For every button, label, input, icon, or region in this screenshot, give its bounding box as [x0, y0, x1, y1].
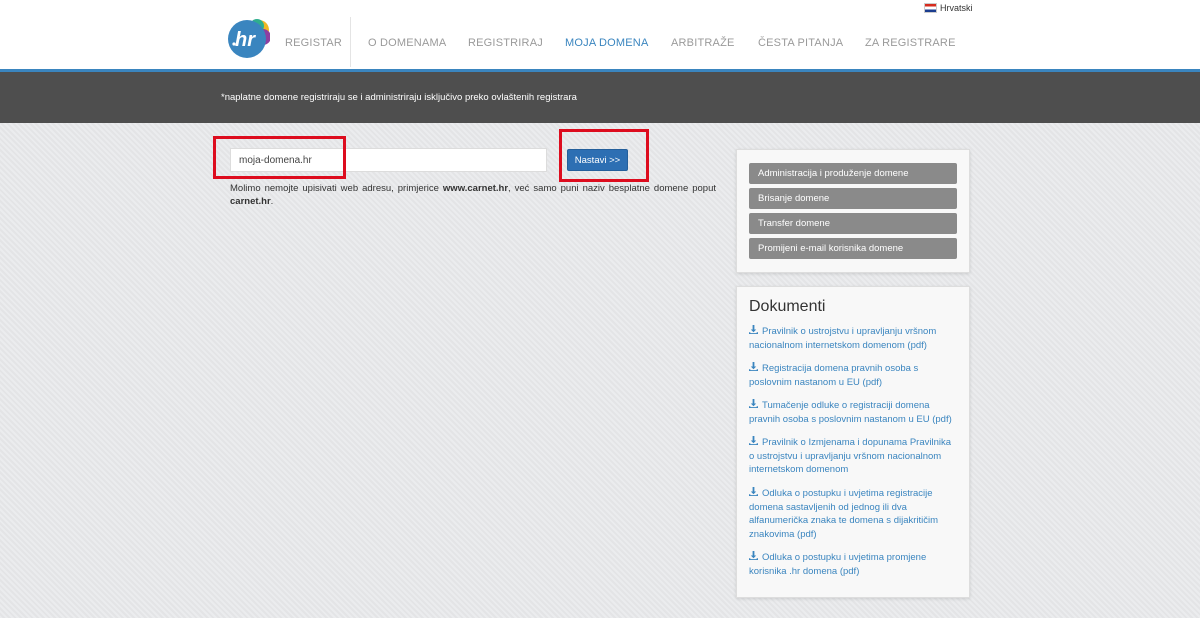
site-header — [0, 0, 1200, 69]
document-link-text: Odluka o postupku i uvjetima promjene ko… — [749, 552, 927, 577]
admin-renew-button[interactable]: Administracija i produženje domene — [749, 163, 957, 184]
document-link[interactable]: Tumačenje odluke o registraciji domena p… — [749, 399, 954, 426]
banner-text: *naplatne domene registriraju se i admin… — [221, 92, 577, 103]
download-icon — [749, 551, 762, 565]
input-hint: Molimo nemojte upisivati web adresu, pri… — [230, 182, 716, 208]
document-link[interactable]: Pravilnik o Izmjenama i dopunama Praviln… — [749, 436, 954, 477]
document-link[interactable]: Registracija domena pravnih osoba s posl… — [749, 362, 954, 389]
nav-moja-domena[interactable]: MOJA DOMENA — [565, 37, 649, 49]
document-link-text: Tumačenje odluke o registraciji domena p… — [749, 400, 952, 425]
dot-hr-logo[interactable]: hr — [228, 17, 270, 59]
hint-example-url: www.carnet.hr — [442, 183, 509, 194]
admin-change-email-button[interactable]: Promijeni e-mail korisnika domene — [749, 238, 957, 259]
hint-example-domain: carnet.hr — [230, 196, 271, 207]
download-icon — [749, 436, 762, 450]
hint-text-middle: , već samo puni naziv besplatne domene p… — [508, 183, 717, 194]
download-icon — [749, 362, 762, 376]
hint-text-end: . — [270, 196, 274, 207]
highlight-domain-input — [213, 136, 346, 179]
highlight-nastavi-button — [559, 129, 649, 182]
nav-cesta-pitanja[interactable]: ČESTA PITANJA — [758, 37, 843, 49]
nav-o-domenama[interactable]: O DOMENAMA — [368, 37, 446, 49]
nav-za-registrare[interactable]: ZA REGISTRARE — [865, 37, 956, 49]
download-icon — [749, 325, 762, 339]
admin-transfer-button[interactable]: Transfer domene — [749, 213, 957, 234]
download-icon — [749, 399, 762, 413]
info-banner — [0, 72, 1200, 123]
documents-title: Dokumenti — [749, 298, 826, 315]
document-link[interactable]: Odluka o postupku i uvjetima promjene ko… — [749, 551, 954, 578]
hint-text-before: Molimo nemojte upisivati web adresu, pri… — [230, 183, 443, 194]
document-link[interactable]: Odluka o postupku i uvjetima registracij… — [749, 487, 954, 541]
nav-arbitraze[interactable]: ARBITRAŽE — [671, 37, 735, 49]
document-link-text: Odluka o postupku i uvjetima registracij… — [749, 488, 939, 540]
nav-separator — [350, 17, 351, 67]
download-icon — [749, 487, 762, 501]
document-link-text: Pravilnik o Izmjenama i dopunama Praviln… — [749, 437, 952, 476]
language-label: Hrvatski — [940, 3, 973, 13]
language-switch[interactable]: Hrvatski — [924, 3, 973, 13]
document-link[interactable]: Pravilnik o ustrojstvu i upravljanju vrš… — [749, 325, 954, 352]
document-link-text: Registracija domena pravnih osoba s posl… — [749, 363, 919, 388]
document-link-text: Pravilnik o ustrojstvu i upravljanju vrš… — [749, 326, 937, 351]
croatian-flag-icon — [924, 3, 937, 13]
nav-registriraj[interactable]: REGISTRIRAJ — [468, 37, 543, 49]
svg-text:hr: hr — [235, 29, 256, 51]
nav-registar[interactable]: REGISTAR — [285, 37, 342, 49]
admin-delete-button[interactable]: Brisanje domene — [749, 188, 957, 209]
